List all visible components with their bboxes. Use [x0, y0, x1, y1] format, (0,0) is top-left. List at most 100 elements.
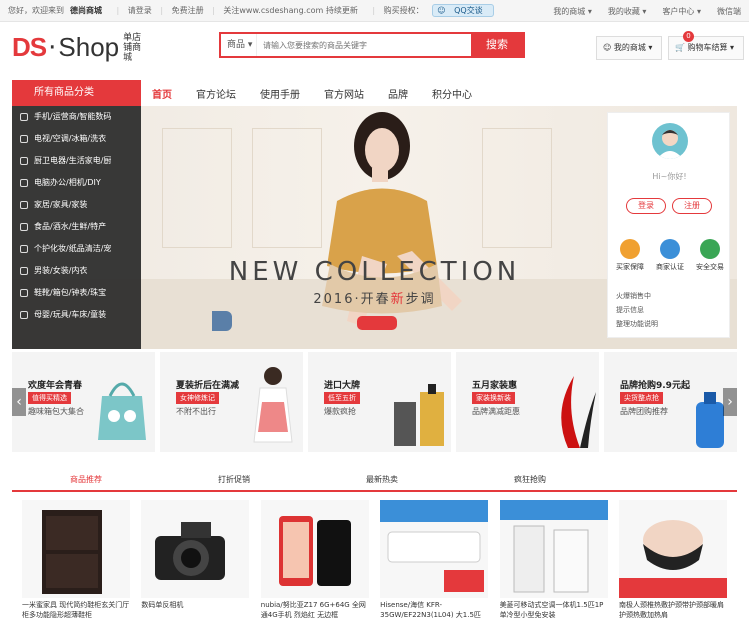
bag-image — [98, 382, 146, 440]
shoe-cabinet-image — [42, 510, 102, 594]
welcome-label: 您好，欢迎来到 — [8, 6, 64, 15]
category-item[interactable]: 厨卫电器/生活家电/厨 — [12, 150, 141, 172]
category-item[interactable]: 家居/家具/家装 — [12, 194, 141, 216]
panel-login-button[interactable]: 登录 — [626, 198, 666, 214]
category-item[interactable]: 母婴/玩具/车床/童装 — [12, 304, 141, 326]
feature-label: 买家保障 — [616, 263, 644, 271]
feature-label: 商家认证 — [656, 263, 684, 271]
feature-buyer-protection[interactable]: 买家保障 — [610, 239, 650, 272]
promo-card[interactable]: 五月家装惠 家装换新装 品牌满减距惠 — [456, 352, 599, 452]
category-label: 电脑办公/相机/DIY — [34, 178, 101, 187]
product-image[interactable] — [618, 500, 727, 598]
product-grid: 一米蜜家具 现代简约鞋柜玄关门厅柜多功能隐形超薄鞋柜 数码单反相机 nubia/… — [12, 500, 737, 620]
qq-chat-button[interactable]: ☺ QQ交谈 — [432, 4, 494, 17]
clothing-icon — [20, 267, 28, 275]
category-item[interactable]: 电脑办公/相机/DIY — [12, 172, 141, 194]
product-name[interactable]: 数码单反相机 — [141, 600, 249, 620]
promo-next-arrow[interactable]: › — [723, 388, 737, 416]
category-item[interactable]: 男装/女装/内衣 — [12, 260, 141, 282]
nav-item-manual[interactable]: 使用手册 — [260, 86, 300, 101]
nav-item-brand[interactable]: 品牌 — [388, 86, 408, 101]
site-logo[interactable]: DS · Shop 单店铺商 城 — [12, 32, 147, 63]
topbar-wechat[interactable]: 微信端 — [717, 6, 741, 17]
my-mall-label: 我的商城 ▾ — [613, 43, 653, 52]
product-image[interactable] — [380, 500, 489, 598]
search-button[interactable]: 搜索 — [471, 34, 523, 56]
topbar-customer-center[interactable]: 客户中心 ▾ — [662, 6, 701, 17]
nav-item-home[interactable]: 首页 — [152, 86, 172, 101]
neck-pad-image — [618, 520, 727, 598]
product-image[interactable] — [22, 500, 130, 598]
product-card[interactable]: nubia/努比亚Z17 6G+64G 全网通4G手机 烈焰红 无边框 — [260, 500, 369, 620]
feature-safe-trade[interactable]: 安全交易 — [690, 239, 730, 272]
shoes-icon — [20, 289, 28, 297]
product-image[interactable] — [499, 500, 608, 598]
category-sidebar: 手机/运营商/智能数码 电视/空调/冰箱/洗衣 厨卫电器/生活家电/厨 电脑办公… — [12, 106, 141, 349]
promo-tag: 尖货整点抢 — [620, 392, 663, 404]
promo-title: 欢度年会青春 — [28, 381, 83, 391]
divider: | — [160, 6, 164, 15]
category-item[interactable]: 食品/酒水/生鲜/特产 — [12, 216, 141, 238]
avatar — [652, 123, 688, 159]
cart-count-badge: 0 — [683, 31, 694, 42]
topbar-my-mall[interactable]: 我的商城 ▾ — [553, 6, 592, 17]
tab-hot-new[interactable]: 最新热卖 — [308, 472, 456, 490]
cart-icon: 🛒 — [675, 43, 685, 52]
category-item[interactable]: 手机/运营商/智能数码 — [12, 106, 141, 128]
product-card[interactable]: 数码单反相机 — [141, 500, 250, 620]
register-link[interactable]: 免费注册 — [172, 6, 204, 15]
top-bar-left: 您好，欢迎来到 德尚商城 | 请登录 | 免费注册 | 关注www.csdesha… — [8, 4, 494, 17]
product-image[interactable] — [141, 500, 250, 598]
panel-link[interactable]: 整理功能说明 — [616, 317, 658, 331]
product-name[interactable]: 美菱可移动式空调一体机1.5匹1P单冷型小型免安装 — [500, 600, 608, 620]
nav-item-official[interactable]: 官方网站 — [324, 86, 364, 101]
panel-link[interactable]: 提示信息 — [616, 303, 658, 317]
product-card[interactable]: 一米蜜家具 现代简约鞋柜玄关门厅柜多功能隐形超薄鞋柜 — [22, 500, 130, 620]
product-name[interactable]: nubia/努比亚Z17 6G+64G 全网通4G手机 烈焰红 无边框 — [261, 600, 369, 620]
category-item[interactable]: 个护化妆/纸品清洁/宠 — [12, 238, 141, 260]
perfume-image — [394, 384, 444, 446]
promo-sub: 爆款疯抢 — [324, 407, 356, 416]
welcome-text: 您好，欢迎来到 德尚商城 — [8, 6, 102, 15]
product-name[interactable]: 一米蜜家具 现代简约鞋柜玄关门厅柜多功能隐形超薄鞋柜 — [22, 600, 130, 620]
model-illustration — [212, 112, 462, 331]
tab-recommended[interactable]: 商品推荐 — [12, 472, 160, 490]
product-card[interactable]: Hisense/海信 KFR-35GW/EF22N3(1L04) 大1.5匹 变… — [380, 500, 489, 620]
product-card[interactable]: 南极人颈椎热敷护颈带护颈部暖肩护颈热敷加热肩 — [618, 500, 727, 620]
product-card[interactable]: 美菱可移动式空调一体机1.5匹1P单冷型小型免安装 — [499, 500, 608, 620]
kitchen-icon — [20, 157, 28, 165]
login-link[interactable]: 请登录 — [128, 6, 152, 15]
topbar-favorites[interactable]: 我的收藏 ▾ — [608, 6, 647, 17]
cart-button[interactable]: 0 🛒 购物车结算 ▾ — [668, 31, 744, 60]
panel-register-button[interactable]: 注册 — [672, 198, 712, 214]
promo-card[interactable]: 品牌抢购9.9元起 尖货整点抢 品牌团购推荐 — [604, 352, 737, 452]
feature-merchant-cert[interactable]: 商家认证 — [650, 239, 690, 272]
avatar-icon — [657, 130, 683, 159]
all-categories-button[interactable]: 所有商品分类 — [12, 80, 141, 106]
tab-flash-sale[interactable]: 疯狂抢购 — [456, 472, 604, 490]
product-name[interactable]: Hisense/海信 KFR-35GW/EF22N3(1L04) 大1.5匹 变… — [380, 600, 488, 620]
panel-link[interactable]: 火爆销售中 — [616, 289, 658, 303]
air-conditioner-image — [380, 500, 489, 592]
promo-card[interactable]: 夏装折后在满减 女神修炼记 不附不出行 — [160, 352, 303, 452]
search-input[interactable] — [257, 34, 471, 56]
product-image[interactable] — [260, 500, 369, 598]
site-name-link[interactable]: 德尚商城 — [70, 6, 102, 15]
search-category-select[interactable]: 商品 ▾ — [221, 34, 257, 56]
my-mall-button[interactable]: ☺ 我的商城 ▾ — [596, 36, 662, 60]
product-name[interactable]: 南极人颈椎热敷护颈带护颈部暖肩护颈热敷加热肩 — [619, 600, 727, 620]
promo-sub: 品牌满减距惠 — [472, 407, 520, 416]
banner-subtitle-a: 2016·开春 — [313, 292, 391, 307]
category-item[interactable]: 鞋靴/箱包/钟表/珠宝 — [12, 282, 141, 304]
banner-subtitle-c: 步调 — [405, 292, 436, 307]
tab-discount[interactable]: 打折促销 — [160, 472, 308, 490]
nav-item-forum[interactable]: 官方论坛 — [196, 86, 236, 101]
nav-items: 首页 官方论坛 使用手册 官方网站 品牌 积分中心 — [152, 80, 496, 106]
qq-icon: ☺ — [437, 6, 446, 15]
nav-item-points[interactable]: 积分中心 — [432, 86, 472, 101]
category-item[interactable]: 电视/空调/冰箱/洗衣 — [12, 128, 141, 150]
promo-card[interactable]: 进口大牌 低至五折 爆款疯抢 — [308, 352, 451, 452]
category-label: 厨卫电器/生活家电/厨 — [34, 156, 112, 165]
promo-prev-arrow[interactable]: ‹ — [12, 388, 26, 416]
promo-card[interactable]: 欢度年会青春 值得买精选 趣味箱包大集合 — [12, 352, 155, 452]
